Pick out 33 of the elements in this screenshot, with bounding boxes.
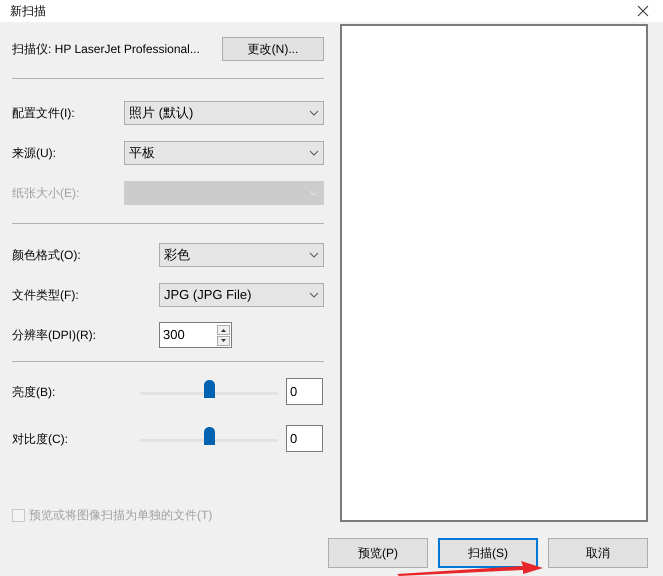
dropdown[interactable]: JPG (JPG File) xyxy=(159,283,324,307)
field-label: 纸张大小(E): xyxy=(12,185,80,202)
number-spinner[interactable]: 300 xyxy=(159,322,232,348)
field-label: 颜色格式(O): xyxy=(12,247,82,264)
dropdown-caret-icon xyxy=(309,150,319,156)
slider-thumb[interactable] xyxy=(204,426,215,444)
checkbox-label: 预览或将图像扫描为单独的文件(T) xyxy=(29,507,212,524)
slider[interactable] xyxy=(140,426,278,446)
change-button[interactable]: 更改(N)... xyxy=(222,37,324,61)
close-icon[interactable] xyxy=(637,5,649,17)
slider-thumb[interactable] xyxy=(204,380,215,398)
spin-up-icon[interactable] xyxy=(217,324,230,334)
slider[interactable] xyxy=(140,378,278,398)
dropdown[interactable]: 彩色 xyxy=(159,243,324,267)
dropdown-caret-icon xyxy=(309,292,319,298)
field-label: 文件类型(F): xyxy=(12,287,80,304)
dialog-button[interactable]: 扫描(S) xyxy=(438,538,538,568)
dialog-button[interactable]: 取消 xyxy=(548,538,648,568)
value-field[interactable]: 0 xyxy=(286,378,323,405)
field-label: 配置文件(I): xyxy=(12,105,76,122)
dialog-button[interactable]: 预览(P) xyxy=(328,538,428,568)
scanner-label: 扫描仪: HP LaserJet Professional... xyxy=(12,41,200,58)
value-field[interactable]: 0 xyxy=(286,425,323,452)
dropdown[interactable]: 平板 xyxy=(124,141,324,165)
window-title: 新扫描 xyxy=(10,3,46,20)
dropdown[interactable]: 照片 (默认) xyxy=(124,101,324,125)
dropdown-caret-icon xyxy=(309,110,319,116)
slider-label: 亮度(B): xyxy=(12,384,56,400)
spin-down-icon[interactable] xyxy=(217,336,230,346)
dropdown-caret-icon xyxy=(309,252,319,258)
field-label: 来源(U): xyxy=(12,145,57,162)
field-label: 分辨率(DPI)(R): xyxy=(12,327,97,344)
slider-label: 对比度(C): xyxy=(12,430,69,448)
